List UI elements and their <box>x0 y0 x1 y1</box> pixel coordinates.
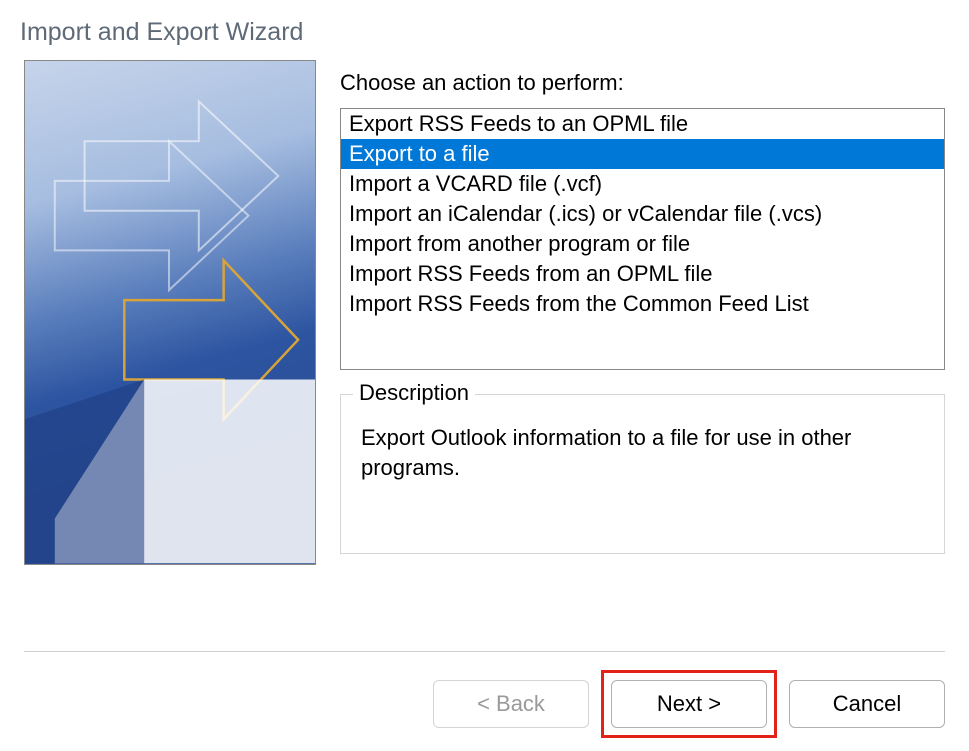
action-listbox[interactable]: Export RSS Feeds to an OPML fileExport t… <box>340 108 945 370</box>
action-item[interactable]: Import from another program or file <box>341 229 944 259</box>
action-panel: Choose an action to perform: Export RSS … <box>340 60 945 565</box>
dialog-buttons: < Back Next > Cancel <box>433 680 945 728</box>
description-text: Export Outlook information to a file for… <box>361 423 924 483</box>
action-item[interactable]: Export RSS Feeds to an OPML file <box>341 109 944 139</box>
wizard-graphic <box>24 60 316 565</box>
description-label: Description <box>353 380 475 406</box>
action-item[interactable]: Import RSS Feeds from an OPML file <box>341 259 944 289</box>
action-prompt: Choose an action to perform: <box>340 70 945 96</box>
back-button: < Back <box>433 680 589 728</box>
action-item[interactable]: Import RSS Feeds from the Common Feed Li… <box>341 289 944 319</box>
action-item[interactable]: Export to a file <box>341 139 944 169</box>
cancel-button[interactable]: Cancel <box>789 680 945 728</box>
dialog-content: Choose an action to perform: Export RSS … <box>0 47 969 565</box>
dialog-title: Import and Export Wizard <box>0 0 969 47</box>
action-item[interactable]: Import an iCalendar (.ics) or vCalendar … <box>341 199 944 229</box>
description-group: Description Export Outlook information t… <box>340 394 945 554</box>
action-item[interactable]: Import a VCARD file (.vcf) <box>341 169 944 199</box>
button-separator <box>24 651 945 652</box>
next-button[interactable]: Next > <box>611 680 767 728</box>
